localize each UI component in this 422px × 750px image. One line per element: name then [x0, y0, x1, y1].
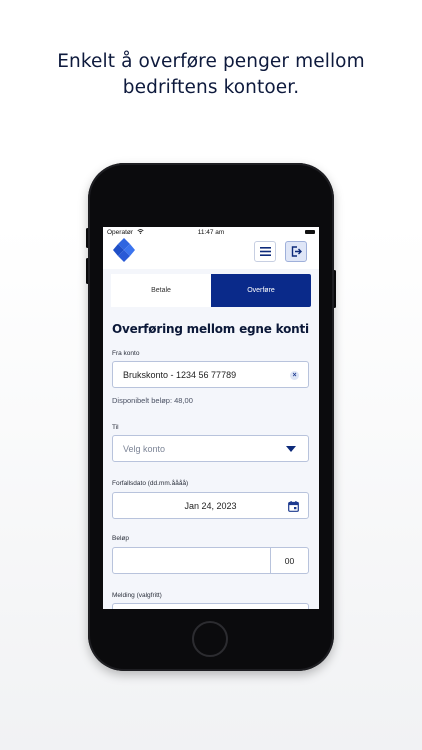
- phone-frame: Operatør 11:47 am Betale Overføre Overfø…: [88, 163, 334, 671]
- form-title: Overføring mellom egne konti: [112, 322, 309, 336]
- app-header: [103, 237, 319, 269]
- headline: Enkelt å overføre penger mellom bedrifte…: [0, 49, 422, 101]
- app-screen: Operatør 11:47 am Betale Overføre Overfø…: [103, 227, 319, 609]
- to-account-label: Til: [112, 424, 119, 431]
- headline-line-2: bedriftens kontoer.: [122, 77, 300, 98]
- headline-line-1: Enkelt å overføre penger mellom: [57, 51, 365, 72]
- message-label: Melding (valgfritt): [112, 592, 162, 599]
- logout-icon: [291, 246, 302, 257]
- tab-bar: Betale Overføre: [111, 274, 311, 307]
- menu-button[interactable]: [254, 241, 276, 262]
- tab-overfore[interactable]: Overføre: [211, 274, 311, 307]
- status-time: 11:47 am: [197, 228, 225, 236]
- hamburger-menu-icon: [259, 247, 271, 256]
- due-date-value: Jan 24, 2023: [184, 501, 237, 511]
- to-account-select[interactable]: Velg konto: [112, 435, 309, 462]
- from-account-label: Fra konto: [112, 350, 140, 357]
- bank-logo-icon: [113, 238, 135, 262]
- status-bar: Operatør 11:47 am: [103, 227, 319, 237]
- amount-label: Beløp: [112, 535, 129, 542]
- due-date-field[interactable]: Jan 24, 2023: [112, 492, 309, 519]
- from-account-field[interactable]: Brukskonto - 1234 56 77789 ×: [112, 361, 309, 388]
- to-account-placeholder: Velg konto: [123, 444, 166, 454]
- message-field[interactable]: [112, 603, 309, 609]
- amount-ore-field[interactable]: 00: [270, 548, 308, 573]
- clear-icon[interactable]: ×: [290, 371, 299, 380]
- logout-button[interactable]: [285, 241, 307, 262]
- from-account-value: Brukskonto - 1234 56 77789: [123, 370, 237, 380]
- home-button[interactable]: [192, 621, 228, 657]
- due-date-label: Forfallsdato (dd.mm.åååå): [112, 480, 189, 487]
- available-balance: Disponibelt beløp: 48,00: [112, 396, 193, 405]
- calendar-icon[interactable]: [288, 501, 299, 512]
- tab-betale[interactable]: Betale: [111, 274, 211, 307]
- amount-field[interactable]: 00: [112, 547, 309, 574]
- chevron-down-icon: [286, 446, 296, 452]
